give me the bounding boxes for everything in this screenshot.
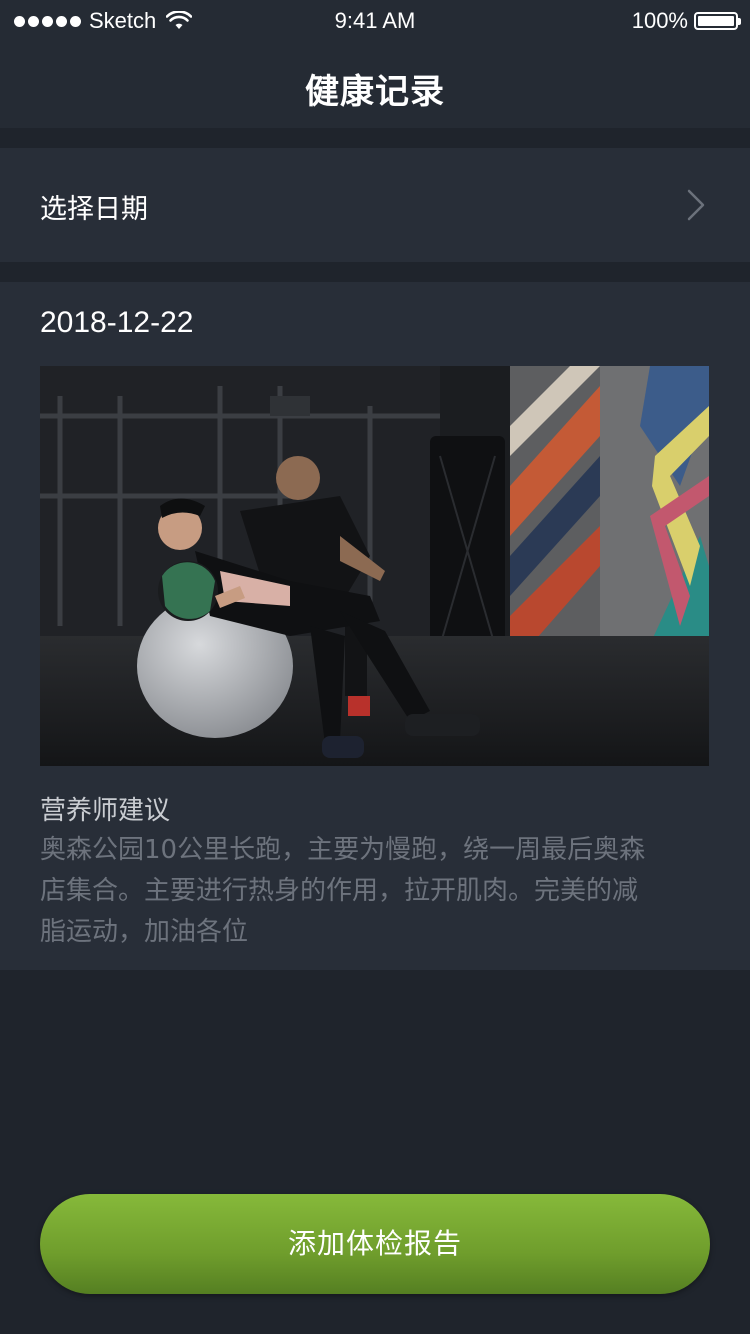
battery-icon (694, 12, 741, 30)
status-right: 100% (631, 8, 741, 34)
record-date: 2018-12-22 (40, 306, 194, 339)
dietitian-advice-title: 营养师建议 (40, 796, 171, 826)
chevron-right-icon (687, 189, 705, 221)
select-date-label: 选择日期 (40, 194, 148, 225)
dietitian-advice-text: 奥森公园10公里长跑，主要为慢跑，绕一周最后奥森 店集合。主要进行热身的作用，拉… (40, 830, 712, 953)
battery-percentage: 100% (631, 8, 688, 33)
navigation-bar: 健康记录 (0, 40, 750, 128)
fitness-photo-illustration (40, 366, 709, 766)
page-title: 健康记录 (305, 72, 445, 112)
health-record-card[interactable]: 2018-12-22 营养师建议 奥森公园10公里长跑，主要为慢跑，绕一周最后奥… (0, 282, 750, 970)
advice-line: 奥森公园10公里长跑，主要为慢跑，绕一周最后奥森 (40, 835, 646, 865)
select-date-row[interactable]: 选择日期 (0, 148, 750, 262)
fitness-photo (40, 366, 709, 766)
advice-line: 脂运动，加油各位 (40, 917, 249, 947)
add-health-report-button[interactable]: 添加体检报告 (40, 1194, 710, 1294)
advice-line: 店集合。主要进行热身的作用，拉开肌肉。完美的减 (40, 876, 639, 906)
status-bar: Sketch 9:41 AM 100% (0, 0, 750, 40)
